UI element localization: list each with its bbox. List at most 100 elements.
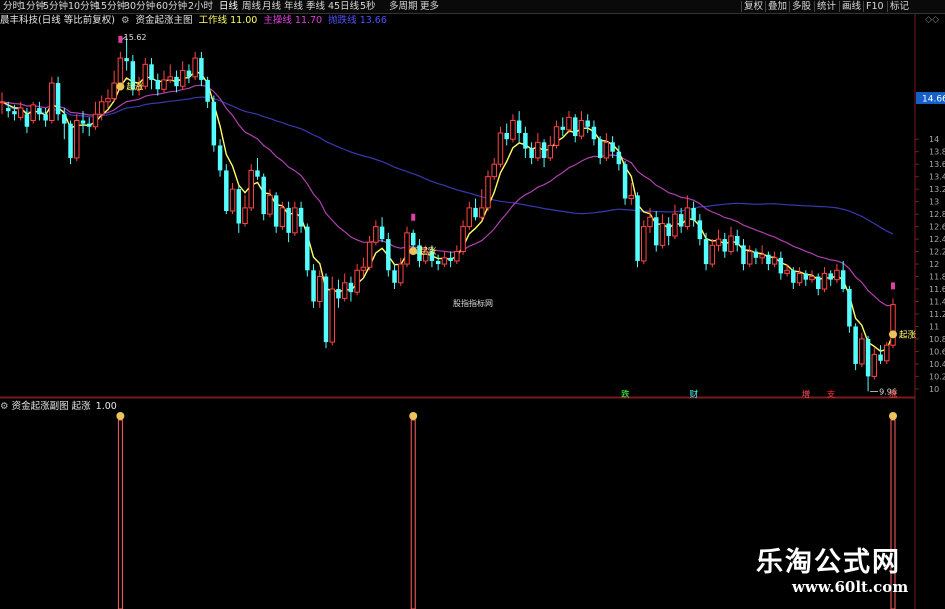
toolbar-button-3[interactable]: 统计 [817,0,836,13]
candle-body [192,57,198,78]
toolbar-separator [839,1,840,12]
sub-value: 1.00 [95,401,117,412]
period-9[interactable]: 周线 [242,0,261,13]
period-6[interactable]: 60分钟 [156,0,187,13]
candle-body [691,207,696,221]
period-2[interactable]: 5分钟 [43,0,68,13]
brand-watermark: 乐淘公式网 [756,547,901,578]
event-label: 增 [802,389,811,400]
period-1[interactable]: 1分钟 [20,0,45,13]
candle-body [441,257,448,265]
candle-body [766,254,771,265]
period-16[interactable]: 更多 [420,0,439,13]
candle-body [17,107,24,118]
candle-body [298,207,304,227]
event-label: 财 [690,389,699,400]
candle-body [678,214,684,227]
candle-body [379,226,385,240]
indicator-gear-icon[interactable]: ⚙ [121,15,130,26]
candle-body [186,70,192,77]
period-13[interactable]: 45日线 [328,0,359,13]
candle-body [392,270,397,283]
candle-body [311,270,316,302]
url-watermark: www.60lt.com [792,578,909,596]
candle-body [741,245,746,265]
candle-body [684,207,691,228]
candle-body [174,76,179,87]
event-label: 支 [827,389,836,400]
period-8[interactable]: 日线 [219,0,238,13]
candle-body [248,169,254,209]
candle-body [142,63,149,87]
candle-body [523,132,528,149]
toolbar-button-5[interactable]: F10 [866,0,884,13]
y-tick-label: 12.2 [929,248,945,257]
toolbar-separator [789,1,790,12]
candle-body [429,251,435,261]
y-tick-label: 12.8 [929,210,945,219]
candle-body [791,270,796,283]
candle-body [205,79,210,102]
candle-body [30,104,36,122]
candle-body [653,217,659,246]
period-10[interactable]: 月线 [262,0,281,13]
money-bag-icon [889,330,897,339]
toolbar-button-1[interactable]: 叠加 [768,0,787,13]
candle-body [305,226,310,271]
main-indicator-name[interactable]: 资金起涨主图 [136,15,193,26]
toolbar-separator [887,1,888,12]
candle-body [286,207,291,233]
period-4[interactable]: 15分钟 [95,0,126,13]
candle-body [847,289,852,327]
candle-body [497,132,504,165]
candle-body [229,188,236,212]
y-tick-label: 14 [929,135,939,144]
candle-body [454,251,460,262]
candle-body [697,220,703,240]
y-tick-label: 10.8 [929,335,945,344]
candle-body [591,126,597,140]
candle-body [504,132,509,140]
sub-money-bag-icon [889,412,897,420]
period-5[interactable]: 30分钟 [124,0,155,13]
candle-body [566,116,572,131]
work-line-label: 工作线 [198,15,228,26]
candle-body [809,276,815,281]
period-15[interactable]: 多周期 [389,0,418,13]
candle-body [647,216,653,228]
candle-body [890,304,896,346]
toolbar-button-4[interactable]: 画线 [842,0,861,13]
candle-body [62,114,67,124]
period-12[interactable]: 季线 [306,0,325,13]
signal-flag-icon [118,35,123,43]
signal-label: 起涨 [899,329,917,340]
main-line-label: 主操线 [263,15,292,26]
candle-body [92,113,99,128]
period-toolbar: 分时 1分钟 5分钟 10分钟 15分钟 30分钟 60分钟 2小时 日线 周线 月线 年线 季线 45日… [0,0,945,14]
period-11[interactable]: 年线 [284,0,303,13]
candle-body [404,232,410,265]
toolbar-separator [814,1,815,12]
sub-gear-icon[interactable]: ⚙ [0,401,9,412]
sub-indicator-name[interactable]: 资金起涨副图 [12,401,69,412]
toolbar-button-0[interactable]: 复权 [744,0,763,13]
sub-label: 起涨 [71,401,91,412]
candle-body [466,207,473,228]
candle-body [746,251,753,265]
toolbar-button-2[interactable]: 多股 [792,0,811,13]
candle-body [261,176,266,215]
candle-body [74,120,80,159]
toolbar-button-6[interactable]: 标记 [890,0,909,13]
chart-corner-icons[interactable]: ◇◇ [925,15,939,25]
period-7[interactable]: 2小时 [188,0,213,13]
sub-money-bag-icon [116,412,125,420]
candle-body [473,207,478,218]
signal-flag-icon [411,213,416,221]
candle-body [329,288,335,343]
candle-body [366,241,373,268]
candle-body [672,213,678,237]
candle-body [360,266,367,271]
signal-label: 起涨 [419,246,437,257]
period-14[interactable]: 5秒 [360,0,376,13]
main-line [1,84,894,307]
